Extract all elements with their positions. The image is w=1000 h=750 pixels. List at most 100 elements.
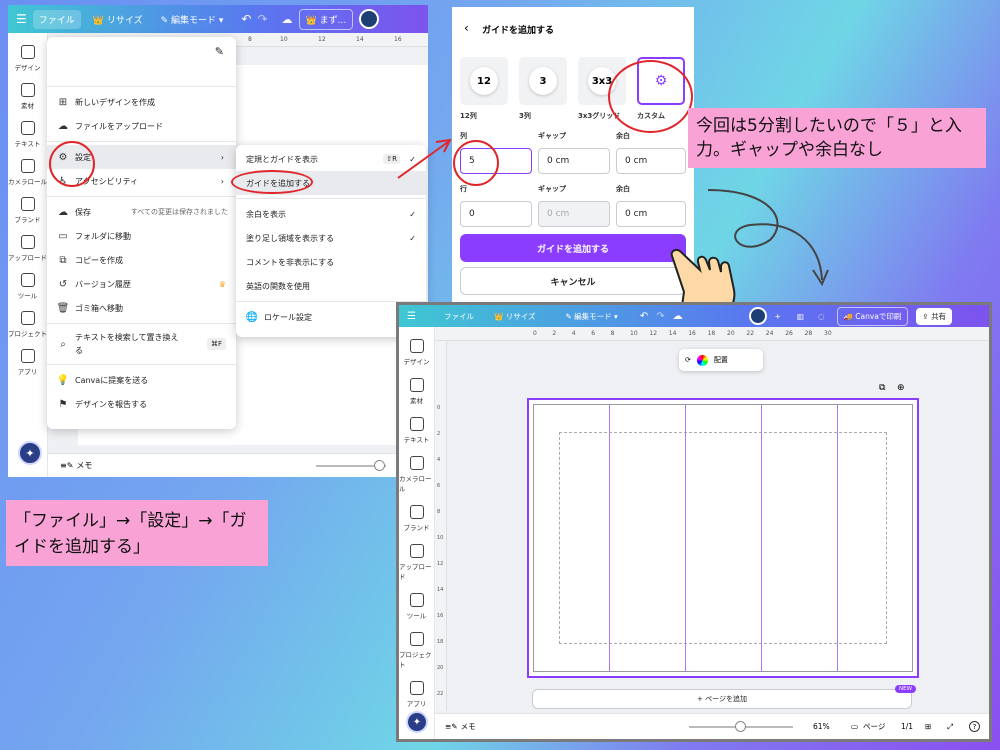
sidebar-item-folder[interactable]: プロジェクト <box>399 632 434 669</box>
menu-item-new-design[interactable]: ⊞ 新しいデザインを作成 <box>47 90 236 114</box>
grid-view-icon[interactable]: ⊞ <box>925 722 931 731</box>
menu-item-copy[interactable]: ⧉ コピーを作成 <box>47 248 236 272</box>
help-icon[interactable]: ? <box>969 721 980 732</box>
sidebar-item-brand[interactable]: ブランド <box>8 197 47 224</box>
ai-refresh-icon[interactable]: ⟳ <box>685 356 691 364</box>
menu-label: 保存 <box>75 207 91 217</box>
zoom-level[interactable]: 61% <box>813 722 830 731</box>
undo-icon[interactable]: ↶ <box>640 311 648 322</box>
rows-input[interactable]: 0 <box>460 201 532 227</box>
edit-mode-button[interactable]: ✎ 編集モード ▾ <box>559 308 623 325</box>
column-gap-input[interactable]: 0 cm <box>538 148 610 174</box>
ruler-tick: 16 <box>394 36 402 43</box>
column-margin-input[interactable]: 0 cm <box>616 148 686 174</box>
sidebar-item-apps[interactable]: アプリ <box>8 349 47 376</box>
pages-label[interactable]: ページ <box>863 721 885 732</box>
trash-icon: 🗑 <box>56 302 70 314</box>
menu-label: Canvaに提案を送る <box>75 375 149 385</box>
zoom-slider-handle[interactable] <box>374 460 385 471</box>
menu-item-hide-comments[interactable]: コメントを非表示にする <box>236 250 426 274</box>
ruler-tick: 14 <box>356 36 364 43</box>
sidebar-item-text[interactable]: テキスト <box>8 121 47 148</box>
column-guide-1 <box>609 404 610 672</box>
cloud-save-icon[interactable]: ☁ <box>282 13 293 26</box>
menu-item-upload[interactable]: ☁ ファイルをアップロード <box>47 114 236 138</box>
redo-icon[interactable]: ↷ <box>656 311 664 322</box>
pages-icon[interactable]: ▭ <box>851 722 858 731</box>
resize-label: リサイズ <box>106 15 143 26</box>
cloud-save-icon[interactable]: ☁ <box>673 311 683 322</box>
menu-item-feedback[interactable]: 💡 Canvaに提案を送る <box>47 368 236 392</box>
add-collaborator-icon[interactable]: + <box>775 312 781 321</box>
menu-item-show-margins[interactable]: 余白を表示 ✓ <box>236 202 426 226</box>
arrange-label[interactable]: 配置 <box>714 355 728 365</box>
back-chevron-icon[interactable]: ‹ <box>464 21 469 35</box>
menu-item-report[interactable]: ⚑ デザインを報告する <box>47 392 236 416</box>
notes-icon[interactable]: ≡✎ <box>445 722 458 731</box>
menu-item-english-functions[interactable]: 英語の関数を使用 <box>236 274 426 298</box>
menu-icon[interactable]: ☰ <box>407 311 416 322</box>
file-menu-button[interactable]: ファイル <box>32 9 81 29</box>
row-gap-input[interactable]: 0 cm <box>538 201 610 227</box>
fullscreen-icon[interactable]: ⤢ <box>947 722 953 732</box>
notes-label[interactable]: メモ <box>461 721 476 732</box>
menu-item-save[interactable]: ☁ 保存 すべての変更は保存されました <box>47 200 236 224</box>
sidebar-item-upload[interactable]: アップロード <box>8 235 47 262</box>
avatar[interactable] <box>359 9 380 29</box>
menu-label: テキストを検索して置き換える <box>75 333 179 355</box>
sidebar-item-brand[interactable]: ブランド <box>399 505 434 532</box>
cancel-button[interactable]: キャンセル <box>460 267 686 295</box>
share-button[interactable]: ⇪ 共有 <box>916 307 953 325</box>
sidebar-item-design[interactable]: デザイン <box>8 45 47 72</box>
notes-label[interactable]: メモ <box>76 460 92 471</box>
file-menu-button[interactable]: ファイル <box>438 308 480 325</box>
duplicate-page-icon[interactable]: ⧉ <box>879 383 885 393</box>
row-margin-input[interactable]: 0 cm <box>616 201 686 227</box>
edit-mode-button[interactable]: ✎ 編集モード ▾ <box>155 10 230 29</box>
design-title-edit-icon[interactable]: ✎ <box>215 45 224 58</box>
sidebar-item-elements[interactable]: 素材 <box>8 83 47 110</box>
sidebar-item-elements[interactable]: 素材 <box>399 378 434 405</box>
sidebar-label: ツール <box>406 612 427 620</box>
sidebar-item-camera[interactable]: カメラロール <box>399 456 434 493</box>
ruler-tick: 6 <box>591 330 596 337</box>
column-gap-label: ギャップ <box>538 132 566 140</box>
resize-button[interactable]: 👑 リサイズ <box>488 308 542 325</box>
design-page[interactable] <box>527 398 919 678</box>
menu-item-version-history[interactable]: ↺ バージョン履歴 ♛ <box>47 272 236 296</box>
undo-icon[interactable]: ↶ <box>241 12 251 26</box>
sidebar-item-tool[interactable]: ツール <box>8 273 47 300</box>
add-page-corner-icon[interactable]: ⊕ <box>897 383 905 393</box>
menu-item-trash[interactable]: 🗑 ゴミ箱へ移動 <box>47 296 236 320</box>
add-page-button[interactable]: + ページを追加 <box>532 689 912 709</box>
sidebar-item-upload[interactable]: アップロード <box>399 544 434 581</box>
sidebar-item-text[interactable]: テキスト <box>399 417 434 444</box>
analytics-icon[interactable]: ▥ <box>797 312 804 321</box>
print-button[interactable]: 🚚 Canvaで印刷 <box>836 306 909 326</box>
avatar[interactable] <box>748 307 767 325</box>
ruler-tick: 18 <box>437 639 444 645</box>
menu-icon[interactable]: ☰ <box>16 12 27 26</box>
resize-button[interactable]: 👑 リサイズ <box>87 10 149 29</box>
zoom-slider-handle[interactable] <box>735 721 746 732</box>
left-magic-button[interactable]: ✦ <box>18 441 42 465</box>
add-guides-button[interactable]: ガイドを追加する <box>460 234 686 262</box>
menu-item-show-bleed[interactable]: 塗り足し領域を表示する ✓ <box>236 226 426 250</box>
right-magic-button[interactable]: ✦ <box>406 711 428 733</box>
sidebar-item-apps[interactable]: アプリ <box>399 681 434 708</box>
sidebar-item-design[interactable]: デザイン <box>399 339 434 366</box>
color-wheel-icon[interactable] <box>696 354 708 366</box>
sidebar-item-folder[interactable]: プロジェクト <box>8 311 47 338</box>
redo-icon[interactable]: ↷ <box>257 12 267 26</box>
menu-label: 定規とガイドを表示 <box>246 154 318 164</box>
comment-icon[interactable]: ◌ <box>818 312 825 321</box>
sidebar-item-tool[interactable]: ツール <box>399 593 434 620</box>
notes-icon[interactable]: ≡✎ <box>60 461 73 470</box>
camera-icon <box>409 456 424 470</box>
sidebar-item-camera[interactable]: カメラロール <box>8 159 47 186</box>
menu-item-move-folder[interactable]: ▭ フォルダに移動 <box>47 224 236 248</box>
upgrade-button[interactable]: 👑 まず... <box>298 8 354 30</box>
preset-tile-3[interactable]: 3 <box>519 57 567 105</box>
menu-item-find-replace[interactable]: ⌕ テキストを検索して置き換える ⌘F <box>47 327 236 361</box>
preset-tile-12[interactable]: 12 <box>460 57 508 105</box>
